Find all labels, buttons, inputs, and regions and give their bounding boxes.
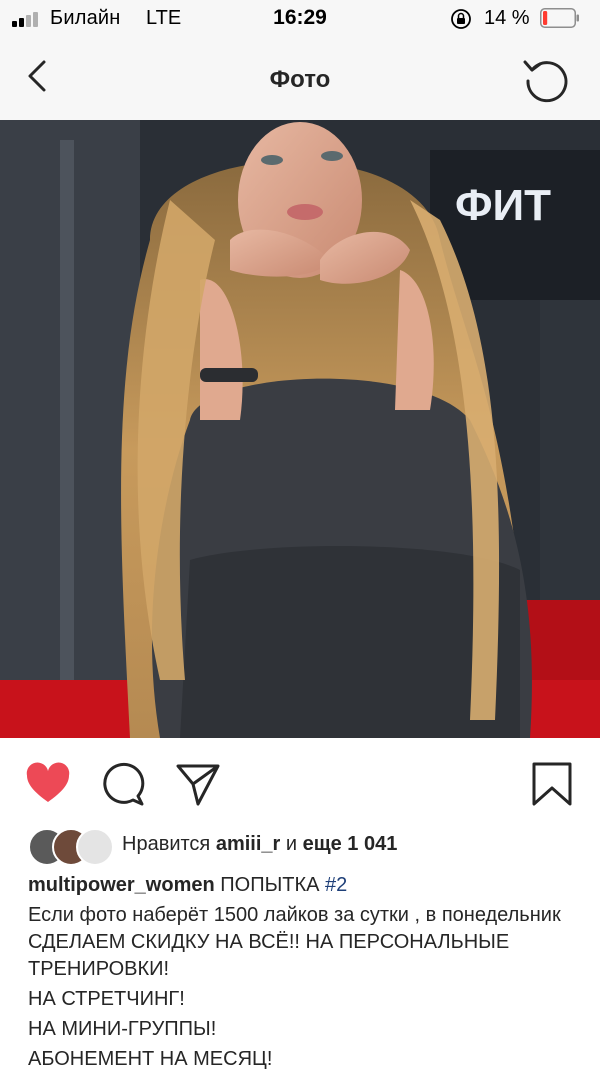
likes-conjunction: и [285,833,298,855]
navigation-bar: Фото [0,38,600,120]
save-button[interactable] [528,760,576,808]
avatar [76,828,114,866]
caption-hashtag[interactable]: #2 [325,874,347,896]
caption-username[interactable]: multipower_women [28,874,215,896]
likes-others[interactable]: еще 1 041 [303,833,398,855]
caption-first-line: multipower_women ПОПЫТКА #2 [28,872,588,899]
caption-line: Если фото наберёт 1500 лайков за сутки ,… [28,904,561,980]
caption-line: АБОНЕМЕНТ НА МЕСЯЦ! [28,1048,273,1070]
comment-button[interactable] [100,760,148,808]
post-photo[interactable]: ФИТ [0,120,600,738]
page-title: Фото [269,66,331,93]
caption-line: НА МИНИ-ГРУППЫ! [28,1018,217,1040]
post-caption: multipower_women ПОПЫТКА #2 Если фото на… [28,872,588,1076]
post-actions [0,738,600,828]
liker-avatars[interactable] [28,828,114,866]
gym-sign-text: ФИТ [455,181,551,230]
likes-prefix: Нравится [122,833,211,855]
likes-row: Нравится amiii_r и еще 1 041 [28,826,588,866]
battery-percent: 14 % [484,7,530,29]
battery-icon [540,8,579,28]
share-button[interactable] [174,760,222,808]
like-button[interactable] [24,760,72,808]
likes-count[interactable]: Нравится amiii_r и еще 1 041 [122,833,397,856]
orientation-lock-icon [451,9,471,29]
caption-line: НА СТРЕТЧИНГ! [28,988,185,1010]
liker-username[interactable]: amiii_r [216,833,280,855]
status-bar: Билайн LTE 16:29 14 % [0,0,600,38]
caption-text-start: ПОПЫТКА [214,874,326,896]
photo-illustration: ФИТ [0,120,600,738]
refresh-button[interactable] [520,52,572,104]
